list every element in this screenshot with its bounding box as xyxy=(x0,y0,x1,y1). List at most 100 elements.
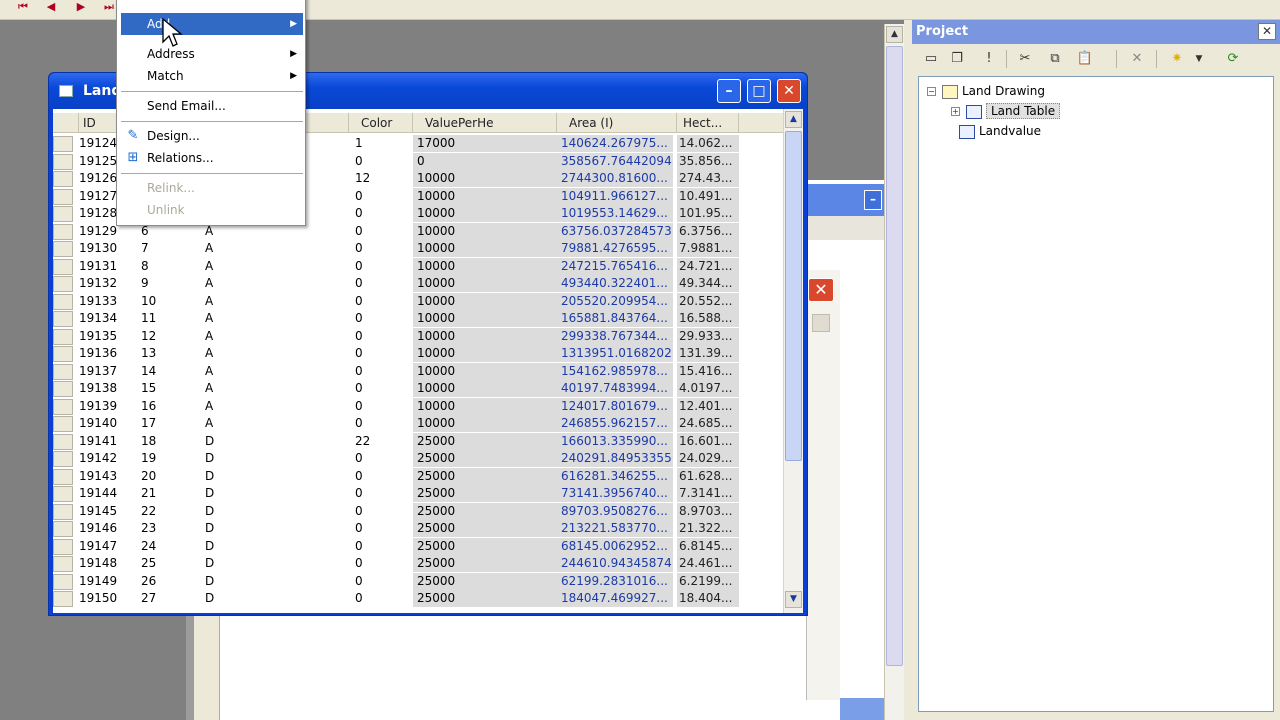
cell-area[interactable]: 63756.037284573 xyxy=(553,222,673,240)
cell-name[interactable]: A xyxy=(205,363,349,380)
cell-id[interactable]: 19149 xyxy=(79,573,141,590)
cell-area[interactable]: 73141.3956740... xyxy=(553,485,673,502)
table-row[interactable]: 19149 26 D 0 25000 62199.2831016... 6.2199... xyxy=(53,572,783,591)
cell-name[interactable]: A xyxy=(205,258,349,275)
cell-area[interactable]: 240291.84953355 xyxy=(553,450,673,467)
cell-valueperhe[interactable]: 25000 xyxy=(413,467,553,485)
menu-item-relink[interactable]: Relink... xyxy=(121,177,303,199)
menu-item-design[interactable]: ✎ Design... xyxy=(121,125,303,147)
cell-id[interactable]: 19130 xyxy=(79,240,141,257)
cell-hectares[interactable]: 7.3141... xyxy=(677,485,739,502)
cell-id[interactable]: 19136 xyxy=(79,345,141,362)
cell-id[interactable]: 19147 xyxy=(79,538,141,555)
cell-valueperhe[interactable]: 10000 xyxy=(413,292,553,310)
splitter[interactable] xyxy=(904,20,912,720)
row-selector[interactable] xyxy=(53,486,73,502)
paste-icon[interactable]: 📋 xyxy=(1076,50,1094,68)
row-selector[interactable] xyxy=(53,363,73,380)
close-icon[interactable]: ✕ xyxy=(1258,23,1276,40)
grid-scrollbar[interactable]: ▲ ▼ xyxy=(783,109,803,613)
restore-window-icon[interactable]: ❐ xyxy=(948,50,966,68)
cell-name[interactable]: A xyxy=(205,310,349,327)
cell-area[interactable]: 184047.469927... xyxy=(553,590,673,607)
cell-number[interactable]: 10 xyxy=(141,293,203,310)
cell-valueperhe[interactable]: 10000 xyxy=(413,222,553,240)
cell-valueperhe[interactable]: 10000 xyxy=(413,397,553,415)
cell-number[interactable]: 15 xyxy=(141,380,203,397)
cell-name[interactable]: A xyxy=(205,328,349,345)
tree-item-landvalue[interactable]: Landvalue xyxy=(959,121,1041,141)
cell-area[interactable]: 166013.335990... xyxy=(553,432,673,450)
cell-valueperhe[interactable]: 25000 xyxy=(413,537,553,555)
cell-color[interactable]: 0 xyxy=(355,293,413,310)
cell-valueperhe[interactable]: 17000 xyxy=(413,135,553,152)
cell-color[interactable]: 0 xyxy=(355,153,413,170)
row-selector[interactable] xyxy=(53,346,73,362)
cell-color[interactable]: 0 xyxy=(355,415,413,432)
cell-hectares[interactable]: 35.856... xyxy=(677,152,739,170)
cell-color[interactable]: 0 xyxy=(355,590,413,607)
cell-hectares[interactable]: 24.685... xyxy=(677,415,739,432)
cell-name[interactable]: D xyxy=(205,538,349,555)
cell-color[interactable]: 0 xyxy=(355,258,413,275)
cell-area[interactable]: 140624.267975... xyxy=(553,135,673,152)
delete-icon[interactable]: ✕ xyxy=(1128,50,1146,68)
cell-valueperhe[interactable]: 10000 xyxy=(413,362,553,380)
cell-color[interactable]: 0 xyxy=(355,520,413,537)
cell-id[interactable]: 19148 xyxy=(79,555,141,572)
minimize-icon[interactable]: – xyxy=(717,79,741,103)
cell-area[interactable]: 154162.985978... xyxy=(553,362,673,380)
table-row[interactable]: 19148 25 D 0 25000 244610.94345874 24.461... xyxy=(53,555,783,573)
cell-number[interactable]: 9 xyxy=(141,275,203,292)
cell-color[interactable]: 1 xyxy=(355,135,413,152)
cell-number[interactable]: 16 xyxy=(141,398,203,415)
new-window-icon[interactable]: ▭ xyxy=(922,50,940,68)
cell-name[interactable]: D xyxy=(205,520,349,537)
next-record-icon[interactable]: ▶ xyxy=(74,0,88,14)
copy-icon[interactable]: ⧉ xyxy=(1046,50,1064,68)
table-row[interactable]: 19141 18 D 22 25000 166013.335990... 16.601... xyxy=(53,432,783,451)
cell-id[interactable]: 19145 xyxy=(79,503,141,520)
tree-item-land-table[interactable]: + Land Table xyxy=(951,101,1061,121)
cell-hectares[interactable]: 16.601... xyxy=(677,432,739,450)
cell-hectares[interactable]: 6.2199... xyxy=(677,572,739,590)
scroll-up-button[interactable] xyxy=(812,314,830,332)
cell-name[interactable]: D xyxy=(205,433,349,450)
cell-area[interactable]: 493440.322401... xyxy=(553,275,673,292)
table-row[interactable]: 19145 22 D 0 25000 89703.9508276... 8.9703... xyxy=(53,502,783,521)
cell-area[interactable]: 79881.4276595... xyxy=(553,240,673,257)
first-record-icon[interactable]: ⏮ xyxy=(16,0,30,14)
cell-hectares[interactable]: 12.401... xyxy=(677,397,739,415)
cell-id[interactable]: 19138 xyxy=(79,380,141,397)
row-selector[interactable] xyxy=(53,521,73,537)
row-selector[interactable] xyxy=(53,503,73,520)
table-row[interactable]: 19130 7 A 0 10000 79881.4276595... 7.9881... xyxy=(53,240,783,258)
cell-number[interactable]: 24 xyxy=(141,538,203,555)
cell-valueperhe[interactable]: 25000 xyxy=(413,432,553,450)
scroll-up-icon[interactable]: ▲ xyxy=(785,111,802,128)
cell-id[interactable]: 19133 xyxy=(79,293,141,310)
table-row[interactable]: 19142 19 D 0 25000 240291.84953355 24.029... xyxy=(53,450,783,468)
cell-color[interactable]: 0 xyxy=(355,345,413,362)
cell-area[interactable]: 358567.76442094 xyxy=(553,152,673,170)
cell-area[interactable]: 124017.801679... xyxy=(553,397,673,415)
cell-valueperhe[interactable]: 10000 xyxy=(413,415,553,432)
column-header-color[interactable]: Color xyxy=(349,113,413,133)
cell-area[interactable]: 247215.765416... xyxy=(553,257,673,275)
row-selector[interactable] xyxy=(53,573,73,590)
cell-number[interactable]: 12 xyxy=(141,328,203,345)
row-selector[interactable] xyxy=(53,433,73,450)
cell-color[interactable]: 0 xyxy=(355,485,413,502)
cell-area[interactable]: 213221.583770... xyxy=(553,520,673,537)
cell-color[interactable]: 0 xyxy=(355,398,413,415)
cell-number[interactable]: 14 xyxy=(141,363,203,380)
cell-number[interactable]: 20 xyxy=(141,468,203,485)
cell-valueperhe[interactable]: 10000 xyxy=(413,310,553,327)
cell-area[interactable]: 244610.94345874 xyxy=(553,555,673,572)
pin-icon[interactable]: ! xyxy=(980,50,998,68)
cell-valueperhe[interactable]: 10000 xyxy=(413,327,553,345)
scroll-thumb[interactable] xyxy=(785,131,802,461)
cell-color[interactable]: 0 xyxy=(355,275,413,292)
cell-valueperhe[interactable]: 10000 xyxy=(413,380,553,397)
cell-name[interactable]: A xyxy=(205,415,349,432)
